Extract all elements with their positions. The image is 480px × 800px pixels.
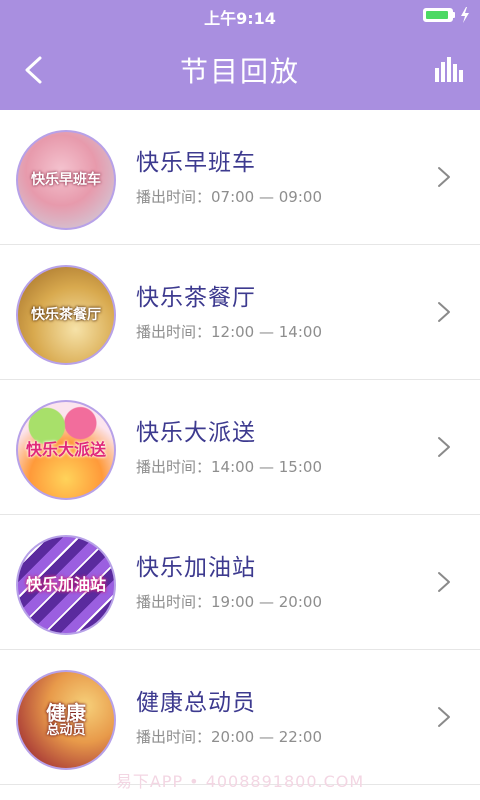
status-bar: 上午9:14 <box>0 0 480 30</box>
program-title: 快乐大派送 <box>136 420 256 446</box>
program-thumbnail: 快乐茶餐厅 <box>16 265 116 365</box>
thumbnail-label: 健康 总动员 <box>18 672 114 768</box>
program-item-kuaile-jiayouzhan[interactable]: 快乐加油站 快乐加油站 播出时间：19:00 — 20:00 <box>0 515 480 650</box>
thumbnail-label: 快乐加油站 <box>25 574 106 594</box>
program-air-time: 播出时间：19:00 — 20:00 <box>136 593 322 611</box>
program-thumbnail: 快乐早班车 <box>16 130 116 230</box>
program-list: 快乐早班车 快乐早班车 播出时间：07:00 — 09:00 快乐茶餐厅 快乐茶… <box>0 110 480 785</box>
chevron-right-icon <box>438 707 450 727</box>
program-air-time: 播出时间：20:00 — 22:00 <box>136 728 322 746</box>
program-item-kuaile-zaobanche[interactable]: 快乐早班车 快乐早班车 播出时间：07:00 — 09:00 <box>0 110 480 245</box>
program-title: 快乐加油站 <box>136 555 256 581</box>
program-air-time: 播出时间：14:00 — 15:00 <box>136 458 322 476</box>
program-thumbnail: 快乐加油站 <box>16 535 116 635</box>
nav-bar: 节目回放 <box>0 30 480 110</box>
program-air-time: 播出时间：07:00 — 09:00 <box>136 188 322 206</box>
thumbnail-label: 快乐大派送 <box>25 439 106 459</box>
chevron-right-icon <box>438 572 450 592</box>
program-item-jiankang-zongdongyuan[interactable]: 健康 总动员 健康总动员 播出时间：20:00 — 22:00 <box>0 650 480 785</box>
thumbnail-label-line2: 总动员 <box>46 722 86 738</box>
program-item-kuaile-dapaisong[interactable]: 快乐大派送 快乐大派送 播出时间：14:00 — 15:00 <box>0 380 480 515</box>
program-title: 健康总动员 <box>136 690 256 716</box>
battery-level <box>426 11 448 19</box>
battery-full-icon <box>423 8 453 22</box>
screen: 上午9:14 节目回放 快乐早班车 快乐早班车 播出时间：07:00 — 09:… <box>0 0 480 800</box>
program-air-time: 播出时间：12:00 — 14:00 <box>136 323 322 341</box>
status-time: 上午9:14 <box>204 9 276 28</box>
thumbnail-label: 快乐早班车 <box>31 171 101 188</box>
program-title: 快乐茶餐厅 <box>136 285 256 311</box>
charging-bolt-icon <box>461 7 469 23</box>
bar-chart-icon <box>435 57 463 82</box>
chevron-right-icon <box>438 167 450 187</box>
program-item-kuaile-chacanting[interactable]: 快乐茶餐厅 快乐茶餐厅 播出时间：12:00 — 14:00 <box>0 245 480 380</box>
watermark: 易下APP • 4008891800.COM <box>115 772 365 791</box>
program-thumbnail: 健康 总动员 <box>16 670 116 770</box>
page-title: 节目回放 <box>179 55 300 88</box>
program-thumbnail: 快乐大派送 <box>16 400 116 500</box>
thumbnail-label-line1: 健康 <box>46 700 86 725</box>
program-title: 快乐早班车 <box>136 150 256 176</box>
battery-tip <box>453 12 455 18</box>
thumbnail-label: 快乐茶餐厅 <box>31 306 101 323</box>
chevron-right-icon <box>438 302 450 322</box>
chevron-right-icon <box>438 437 450 457</box>
stats-button[interactable] <box>428 50 468 90</box>
header: 上午9:14 节目回放 <box>0 0 480 110</box>
